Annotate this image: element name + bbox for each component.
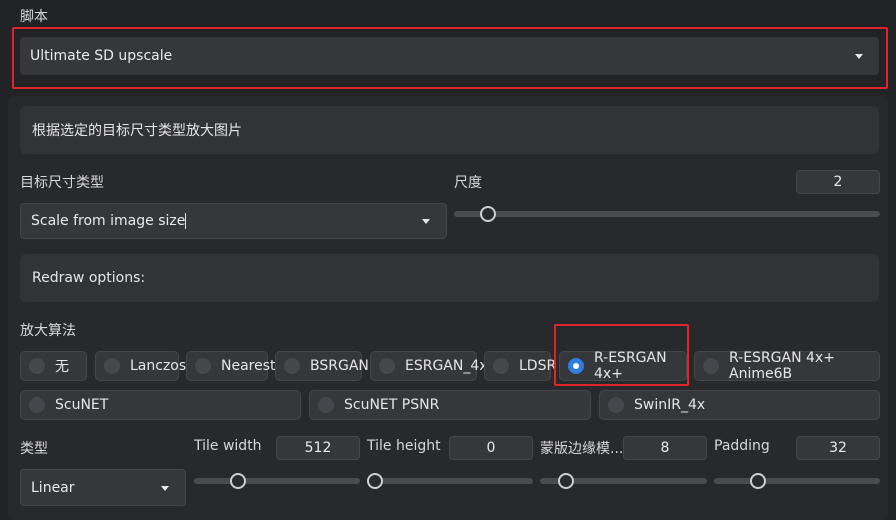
- radio-icon: [608, 397, 624, 413]
- chevron-down-icon: [422, 219, 430, 224]
- chevron-down-icon: [161, 485, 169, 491]
- upscaler-option-label: 无: [55, 359, 69, 375]
- upscaler-option-label: Nearest: [221, 358, 276, 374]
- radio-icon: [104, 358, 120, 374]
- target-size-dropdown[interactable]: Scale from image size: [20, 203, 447, 239]
- target-size-label: 目标尺寸类型: [20, 175, 104, 191]
- upscaler-option-label: R-ESRGAN 4x+: [594, 350, 667, 382]
- upscaler-option-label: ScuNET PSNR: [344, 397, 440, 413]
- chevron-down-icon: [855, 54, 863, 59]
- padding-slider-thumb[interactable]: [750, 473, 766, 489]
- redraw-options-label: Redraw options:: [32, 270, 146, 286]
- upscaler-option-nearest[interactable]: Nearest: [186, 351, 276, 381]
- upscaler-option-swinir-4x[interactable]: SwinIR_4x: [599, 390, 880, 420]
- tile-height-slider-track[interactable]: [367, 478, 533, 484]
- upscaler-option-label: ESRGAN_4x: [405, 358, 488, 374]
- upscaler-option-label: ScuNET: [55, 397, 109, 413]
- upscaler-option-label: R-ESRGAN 4x+ Anime6B: [729, 350, 835, 382]
- scale-slider-thumb[interactable]: [480, 206, 496, 222]
- radio-icon: [195, 358, 211, 374]
- radio-icon: [318, 397, 334, 413]
- script-dropdown[interactable]: Ultimate SD upscale: [20, 37, 879, 75]
- tile-height-label: Tile height: [367, 438, 441, 454]
- mask-blur-input[interactable]: 8: [623, 436, 707, 460]
- upscaler-option-scunet[interactable]: ScuNET: [20, 390, 301, 420]
- radio-icon: [379, 358, 395, 374]
- description-box: 根据选定的目标尺寸类型放大图片: [20, 106, 879, 154]
- scale-slider-track[interactable]: [454, 211, 880, 217]
- upscaler-option-label: LDSR: [519, 358, 557, 374]
- padding-label: Padding: [714, 438, 770, 454]
- scale-label: 尺度: [454, 175, 482, 191]
- radio-icon: [29, 397, 45, 413]
- mask-blur-slider-thumb[interactable]: [558, 473, 574, 489]
- tile-width-label: Tile width: [194, 438, 262, 454]
- radio-checked-icon: [568, 358, 584, 374]
- upscaler-option-r-esrgan-4x-plus-anime6b[interactable]: R-ESRGAN 4x+ Anime6B: [694, 350, 880, 382]
- upscaler-option-bsrgan[interactable]: BSRGAN: [275, 351, 369, 381]
- target-size-value: Scale from image size: [31, 213, 186, 229]
- radio-icon: [493, 358, 509, 374]
- upscaler-option-none[interactable]: 无: [20, 351, 87, 381]
- redraw-options-box[interactable]: Redraw options:: [20, 254, 879, 302]
- upscaler-option-label: BSRGAN: [310, 358, 369, 374]
- text-cursor: [185, 213, 187, 229]
- tile-height-slider-thumb[interactable]: [367, 473, 383, 489]
- upscaler-option-esrgan-4x[interactable]: ESRGAN_4x: [370, 351, 488, 381]
- description-text: 根据选定的目标尺寸类型放大图片: [32, 123, 242, 139]
- radio-icon: [703, 358, 719, 374]
- radio-icon: [284, 358, 300, 374]
- type-value: Linear: [31, 479, 75, 496]
- upscaler-option-scunet-psnr[interactable]: ScuNET PSNR: [309, 390, 591, 420]
- tile-width-input[interactable]: 512: [276, 436, 360, 460]
- script-label: 脚本: [20, 9, 48, 25]
- radio-icon: [29, 358, 45, 374]
- padding-input[interactable]: 32: [796, 436, 880, 460]
- padding-slider-track[interactable]: [714, 478, 880, 484]
- tile-width-slider-thumb[interactable]: [230, 473, 246, 489]
- scale-input[interactable]: 2: [796, 170, 880, 194]
- upscaler-option-label: Lanczos: [130, 358, 187, 374]
- upscale-settings-panel: [8, 96, 888, 520]
- upscaler-label: 放大算法: [20, 323, 76, 339]
- type-dropdown[interactable]: Linear: [20, 469, 186, 506]
- tile-height-input[interactable]: 0: [449, 436, 533, 460]
- tile-width-slider-track[interactable]: [194, 478, 360, 484]
- upscaler-option-ldsr[interactable]: LDSR: [484, 351, 556, 381]
- upscaler-option-label: SwinIR_4x: [634, 397, 706, 413]
- script-dropdown-value: Ultimate SD upscale: [30, 48, 173, 64]
- mask-blur-label: 蒙版边缘模...: [540, 441, 624, 457]
- upscaler-option-r-esrgan-4x-plus[interactable]: R-ESRGAN 4x+: [559, 350, 687, 382]
- type-label: 类型: [20, 441, 48, 457]
- upscaler-option-lanczos[interactable]: Lanczos: [95, 351, 186, 381]
